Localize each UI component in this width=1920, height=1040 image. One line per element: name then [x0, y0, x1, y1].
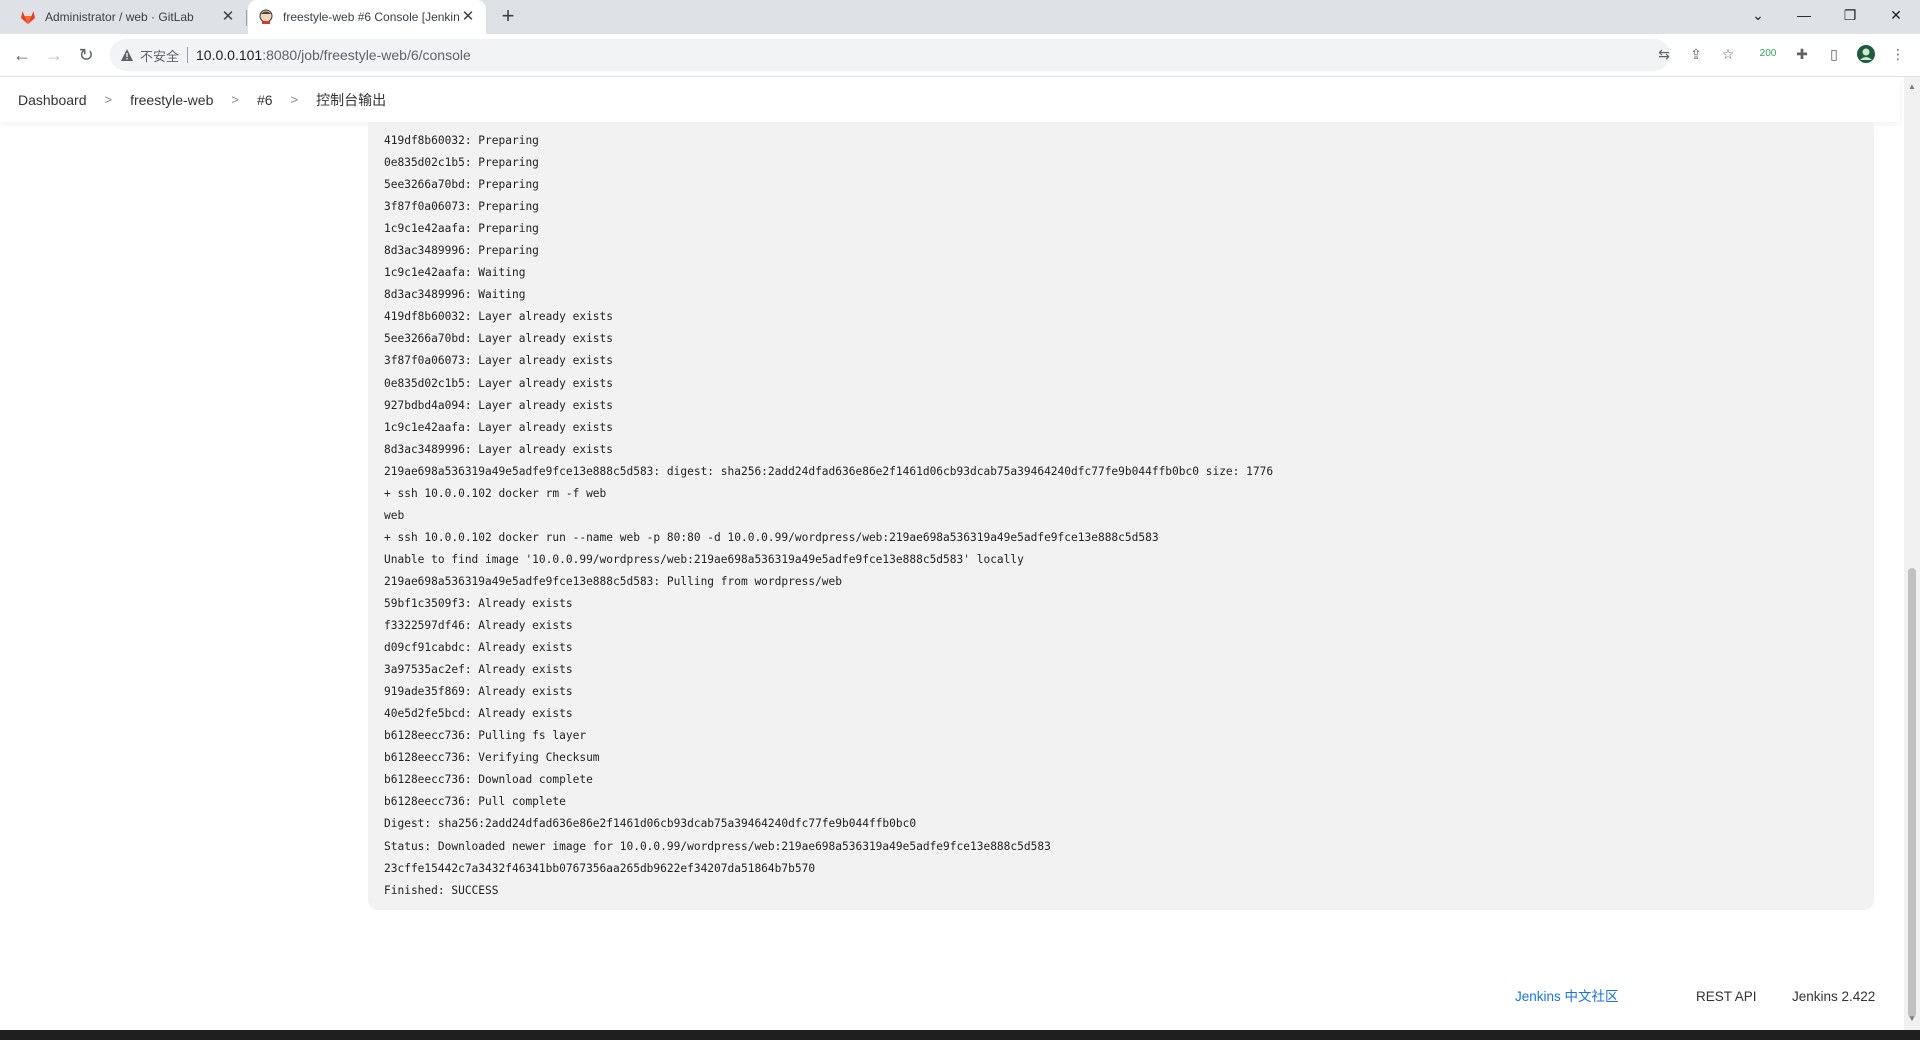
- console-line: 8d3ac3489996: Layer already exists: [384, 442, 614, 456]
- console-line: 40e5d2fe5bcd: Already exists: [384, 707, 573, 721]
- share-icon[interactable]: ⇪: [1686, 44, 1706, 64]
- extension-badge[interactable]: 200: [1758, 44, 1778, 64]
- console-line: 8d3ac3489996: Waiting: [384, 288, 526, 302]
- console-line: 927bdbd4a094: Layer already exists: [384, 398, 614, 412]
- new-tab-button[interactable]: +: [496, 5, 520, 29]
- forward-icon[interactable]: →: [42, 43, 66, 67]
- reload-icon[interactable]: ↻: [74, 43, 98, 67]
- console-line: 1c9c1e42aafa: Waiting: [384, 266, 526, 280]
- console-output: 419df8b60032: Preparing 0e835d02c1b5: Pre…: [368, 122, 1874, 910]
- console-line: 3f87f0a06073: Layer already exists: [384, 354, 614, 368]
- scroll-down-icon[interactable]: ▼: [1904, 1012, 1920, 1026]
- console-line: f3322597df46: Already exists: [384, 619, 573, 633]
- console-line: Unable to find image '10.0.0.99/wordpres…: [384, 552, 1024, 566]
- gitlab-icon: [21, 11, 35, 24]
- console-line: 219ae698a536319a49e5adfe9fce13e888c5d583…: [384, 574, 843, 588]
- not-secure-label[interactable]: 不安全: [140, 46, 179, 65]
- breadcrumb-job[interactable]: freestyle-web: [112, 92, 213, 108]
- console-line: 23cffe15442c7a3432f46341bb0767356aa265db…: [384, 861, 816, 875]
- extensions-puzzle-icon[interactable]: ✚: [1792, 44, 1812, 64]
- console-line: Status: Downloaded newer image for 10.0.…: [384, 839, 1051, 853]
- translate-icon[interactable]: ⇆: [1654, 44, 1674, 64]
- console-line: 0e835d02c1b5: Layer already exists: [384, 376, 614, 390]
- tab-gitlab[interactable]: Administrator / web · GitLab ✕: [10, 0, 246, 34]
- breadcrumb-dashboard[interactable]: Dashboard: [0, 92, 87, 108]
- browser-tab-strip: Administrator / web · GitLab ✕ freestyle…: [0, 0, 1920, 34]
- close-icon[interactable]: ✕: [460, 9, 476, 25]
- breadcrumb-build[interactable]: #6: [239, 92, 273, 108]
- console-line: 5ee3266a70bd: Preparing: [384, 178, 539, 192]
- chevron-right-icon: >: [104, 92, 113, 107]
- url-path: :8080/job/freestyle-web/6/console: [262, 47, 471, 63]
- tab-search-icon[interactable]: ⌄: [1735, 0, 1781, 30]
- console-line: 59bf1c3509f3: Already exists: [384, 596, 573, 610]
- tab-jenkins-console[interactable]: freestyle-web #6 Console [Jenkins] ✕: [248, 0, 486, 34]
- breadcrumb: Dashboard > freestyle-web > #6 > 控制台输出: [0, 77, 1900, 122]
- jenkins-icon: [259, 9, 273, 24]
- chevron-right-icon: >: [231, 92, 239, 107]
- console-line: 419df8b60032: Preparing: [384, 134, 539, 147]
- console-line: b6128eecc736: Download complete: [384, 773, 593, 787]
- console-line: 1c9c1e42aafa: Preparing: [384, 222, 539, 236]
- side-panel-icon[interactable]: ▯: [1824, 44, 1844, 64]
- url-host: 10.0.0.101: [196, 47, 263, 63]
- restore-button[interactable]: ❐: [1827, 0, 1873, 30]
- bookmark-star-icon[interactable]: ☆: [1718, 44, 1738, 64]
- chevron-right-icon: >: [290, 92, 299, 107]
- console-line: Digest: sha256:2add24dfad636e86e2f1461d0…: [384, 817, 917, 831]
- browser-toolbar: ← → ↻ 不安全 10.0.0.101:8080/job/freestyle-…: [0, 34, 1920, 77]
- tab-title: Administrator / web · GitLab: [45, 10, 194, 24]
- scroll-up-icon[interactable]: ▲: [1904, 80, 1920, 94]
- console-line: 919ade35f869: Already exists: [384, 685, 573, 699]
- back-icon[interactable]: ←: [10, 43, 34, 67]
- console-line: Finished: SUCCESS: [384, 883, 499, 897]
- console-line: 0e835d02c1b5: Preparing: [384, 156, 539, 170]
- console-line: 8d3ac3489996: Preparing: [384, 244, 539, 258]
- os-taskbar: [0, 1030, 1920, 1040]
- footer-rest-api-link[interactable]: REST API: [1696, 985, 1757, 1009]
- console-line: web: [384, 508, 405, 522]
- console-line: + ssh 10.0.0.102 docker rm -f web: [384, 486, 607, 500]
- console-line: 5ee3266a70bd: Layer already exists: [384, 332, 614, 346]
- warning-icon[interactable]: [120, 48, 134, 62]
- close-icon[interactable]: ✕: [220, 9, 236, 25]
- address-bar[interactable]: 不安全 10.0.0.101:8080/job/freestyle-web/6/…: [110, 39, 1670, 71]
- console-line: + ssh 10.0.0.102 docker run --name web -…: [384, 530, 1159, 544]
- tab-title: freestyle-web #6 Console [Jenkins]: [283, 10, 460, 24]
- breadcrumb-console-output[interactable]: 控制台输出: [298, 90, 386, 110]
- console-line: d09cf91cabdc: Already exists: [384, 641, 573, 655]
- scrollbar-thumb[interactable]: [1908, 568, 1916, 1018]
- console-line: b6128eecc736: Pulling fs layer: [384, 729, 587, 743]
- console-line: b6128eecc736: Pull complete: [384, 795, 566, 809]
- console-line: 219ae698a536319a49e5adfe9fce13e888c5d583…: [384, 464, 1274, 478]
- profile-avatar-icon[interactable]: [1856, 44, 1876, 64]
- footer-version[interactable]: Jenkins 2.422: [1792, 985, 1875, 1009]
- console-line: 1c9c1e42aafa: Layer already exists: [384, 420, 614, 434]
- footer-community-link[interactable]: Jenkins 中文社区: [1515, 985, 1619, 1009]
- console-line: b6128eecc736: Verifying Checksum: [384, 751, 600, 765]
- console-line: 419df8b60032: Layer already exists: [384, 310, 614, 324]
- browser-menu-icon[interactable]: ⋮: [1888, 44, 1908, 64]
- tab-divider: [246, 10, 247, 26]
- omnibox-divider: [187, 47, 189, 63]
- console-line: 3a97535ac2ef: Already exists: [384, 663, 573, 677]
- minimize-button[interactable]: —: [1781, 0, 1827, 30]
- close-window-button[interactable]: ✕: [1873, 0, 1919, 30]
- console-line: 3f87f0a06073: Preparing: [384, 200, 539, 214]
